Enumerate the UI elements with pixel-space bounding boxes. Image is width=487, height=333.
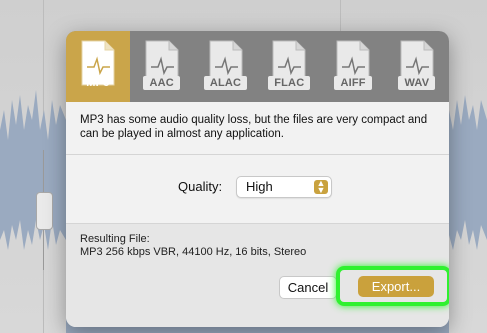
cancel-button[interactable]: Cancel bbox=[279, 276, 337, 299]
export-dialog: MP3 AAC ALAC FLAC AIFF WAV MP3 has some … bbox=[66, 31, 449, 327]
tab-label: MP3 bbox=[86, 77, 110, 89]
divider bbox=[66, 154, 449, 155]
format-tabs: MP3 AAC ALAC FLAC AIFF WAV bbox=[66, 31, 449, 102]
resulting-file-value: MP3 256 kbps VBR, 44100 Hz, 16 bits, Ste… bbox=[80, 246, 307, 258]
chevron-updown-icon: ▲ ▼ bbox=[314, 179, 328, 195]
quality-select[interactable]: High ▲ ▼ bbox=[236, 176, 332, 198]
audio-waveform-left bbox=[0, 90, 66, 250]
trim-handle[interactable] bbox=[36, 192, 53, 230]
tab-label: AIFF bbox=[334, 76, 372, 90]
tab-label: WAV bbox=[398, 76, 436, 90]
resulting-file-label: Resulting File: bbox=[80, 233, 150, 245]
tab-aiff[interactable]: AIFF bbox=[321, 31, 385, 102]
divider bbox=[66, 223, 449, 224]
quality-select-value: High bbox=[246, 179, 273, 194]
tab-mp3[interactable]: MP3 bbox=[66, 31, 130, 102]
format-description: MP3 has some audio quality loss, but the… bbox=[80, 114, 428, 140]
tab-label: AAC bbox=[143, 76, 180, 90]
audio-waveform-right bbox=[449, 95, 487, 250]
tab-label: FLAC bbox=[268, 76, 311, 90]
tab-aac[interactable]: AAC bbox=[130, 31, 194, 102]
tab-flac[interactable]: FLAC bbox=[257, 31, 321, 102]
quality-label: Quality: bbox=[178, 179, 223, 194]
tab-alac[interactable]: ALAC bbox=[194, 31, 258, 102]
tab-wav[interactable]: WAV bbox=[385, 31, 449, 102]
tab-label: ALAC bbox=[203, 76, 248, 90]
export-highlight-outline bbox=[336, 266, 449, 306]
